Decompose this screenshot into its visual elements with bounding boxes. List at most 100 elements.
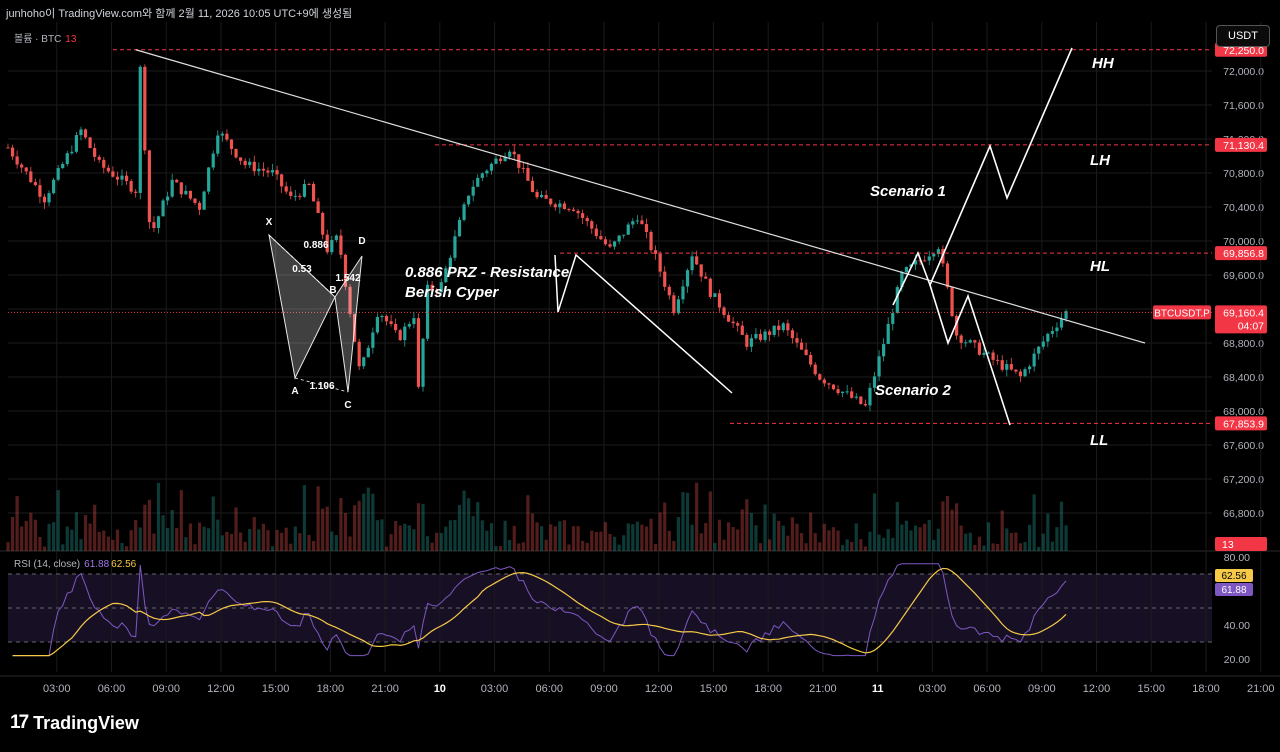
volume-bar — [115, 529, 120, 551]
price-tick-label: 67,200.0 — [1223, 474, 1264, 486]
candle-body — [197, 202, 202, 210]
candle-body — [777, 325, 781, 331]
candle-body — [371, 332, 375, 348]
volume-bar — [913, 525, 918, 551]
volume-bar — [93, 504, 97, 551]
volume-bar — [1005, 528, 1009, 551]
candle-body — [20, 164, 24, 168]
volume-bar — [731, 527, 735, 551]
candle-body — [494, 158, 498, 164]
candle-body — [147, 150, 151, 223]
price-tick-label: 70,400.0 — [1223, 202, 1264, 214]
volume-bar — [207, 528, 211, 551]
time-tick-label: 11 — [872, 683, 884, 695]
volume-bar — [1046, 513, 1050, 551]
candle-body — [562, 203, 566, 210]
candle-body — [996, 359, 1000, 361]
volume-bar — [489, 523, 494, 551]
candle-body — [6, 147, 10, 149]
volume-bar — [909, 530, 913, 551]
candle-body — [1000, 360, 1004, 370]
candle-body — [184, 190, 188, 195]
volume-bar — [56, 490, 60, 551]
candle-body — [854, 396, 858, 398]
volume-bar — [444, 526, 448, 551]
candle-body — [859, 396, 863, 404]
candle-body — [261, 168, 265, 171]
volume-bar — [225, 531, 229, 551]
candle-body — [33, 182, 37, 186]
candle-body — [70, 151, 74, 154]
volume-bar — [740, 509, 744, 551]
volume-bar — [362, 493, 366, 551]
volume-bar — [97, 531, 101, 551]
candle-body — [15, 156, 19, 165]
candle-body — [795, 338, 799, 343]
volume-bar — [1027, 524, 1032, 551]
volume-bar — [111, 539, 115, 551]
candle-body — [968, 340, 972, 343]
volume-bar — [539, 526, 544, 551]
volume-bar — [353, 505, 357, 551]
candle-body — [840, 391, 845, 394]
time-tick-label: 12:00 — [207, 683, 235, 695]
candle-body — [1059, 318, 1064, 328]
volume-bar — [503, 520, 507, 551]
candle-body — [973, 340, 977, 343]
current-price-label: 69,160.4 — [1223, 307, 1264, 319]
volume-bar — [1041, 533, 1045, 551]
volume-bar — [38, 537, 42, 551]
price-tick-label: 69,600.0 — [1223, 270, 1264, 282]
volume-bar — [576, 526, 580, 551]
volume-bar — [1000, 510, 1004, 551]
time-tick-label: 03:00 — [919, 683, 947, 695]
candle-body — [663, 271, 667, 287]
volume-bar — [722, 539, 726, 551]
volume-bar — [622, 535, 626, 551]
volume-bar — [799, 532, 804, 551]
candle-body — [831, 384, 836, 390]
price-tick-label: 67,600.0 — [1223, 440, 1264, 452]
candle-body — [581, 213, 585, 219]
volume-bar — [827, 530, 831, 551]
volume-bar — [900, 524, 904, 551]
price-chart[interactable]: 72,000.071,600.071,200.070,800.070,400.0… — [0, 0, 1280, 747]
candle-body — [229, 139, 234, 149]
volume-bar — [284, 527, 288, 551]
time-tick-label: 09:00 — [1028, 683, 1056, 695]
volume-bar — [498, 546, 503, 551]
cypher-point-label: D — [358, 236, 365, 247]
candle-body — [544, 194, 548, 199]
scenario-1-label: Scenario 1 — [870, 183, 946, 200]
price-level-label: 67,853.9 — [1223, 418, 1264, 430]
currency-button[interactable]: USDT — [1216, 25, 1270, 47]
volume-bar — [654, 544, 658, 551]
candle-body — [526, 167, 530, 181]
candle-body — [763, 331, 767, 340]
volume-bar — [307, 534, 311, 551]
candle-body — [713, 293, 717, 297]
volume-bar — [430, 542, 434, 551]
candle-body — [480, 173, 484, 178]
candle-body — [745, 334, 749, 347]
volume-bar — [79, 539, 83, 551]
chart-stage[interactable]: 72,000.071,600.071,200.070,800.070,400.0… — [0, 0, 1280, 747]
candle-body — [170, 179, 174, 197]
volume-bar — [786, 535, 790, 551]
candle-body — [97, 156, 101, 160]
candle-body — [380, 315, 384, 318]
volume-bar — [612, 536, 617, 551]
candle-body — [799, 342, 804, 350]
candle-body — [234, 148, 238, 158]
volume-bar — [886, 529, 890, 551]
volume-bar — [941, 501, 945, 551]
candle-body — [124, 175, 129, 182]
candle-body — [330, 240, 334, 253]
volume-bar — [357, 500, 361, 551]
volume-bar — [166, 528, 170, 551]
candle-body — [786, 323, 790, 331]
volume-bar — [6, 542, 10, 551]
candle-body — [42, 196, 47, 203]
volume-bar — [1009, 533, 1013, 551]
volume-bar — [745, 499, 749, 551]
